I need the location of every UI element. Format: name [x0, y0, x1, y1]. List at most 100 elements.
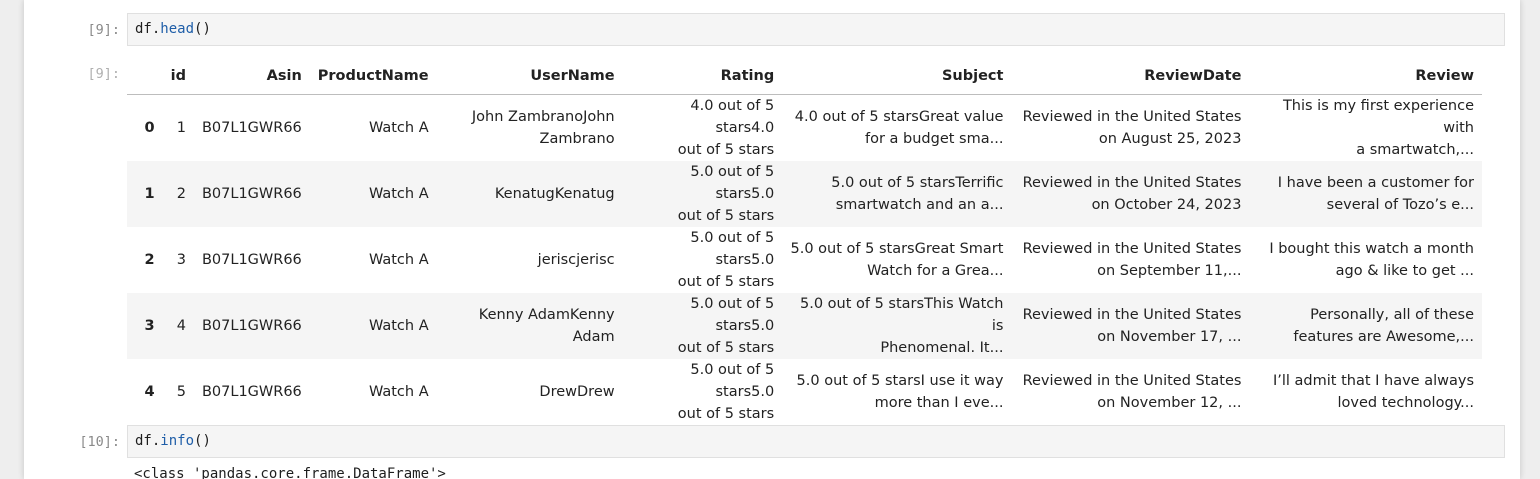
- cell-subject-line: Watch for a Grea...: [867, 263, 1004, 279]
- cell-productname: Watch A: [368, 252, 429, 268]
- cell-subject-line: 5.0 out of 5 starsThis Watch is: [799, 296, 1004, 334]
- cell-subject-line: 5.0 out of 5 starsTerrific: [831, 175, 1004, 191]
- cell-reviewdate-text: Reviewed in the United States on November…: [1023, 370, 1242, 414]
- cell-rating-line: out of 5 stars: [677, 340, 775, 356]
- cell-subject-line: 5.0 out of 5 starsGreat Smart: [790, 241, 1004, 257]
- cell-subject: 5.0 out of 5 starsGreat Smart Watch for a…: [782, 227, 1011, 293]
- cell-reviewdate-text: Reviewed in the United States on August 2…: [1023, 106, 1242, 150]
- table-row: 3 4 B07L1GWR66 Watch A Kenny AdamKenny Adam 5.…: [127, 293, 1482, 359]
- cell-reviewdate-line: Reviewed in the United States: [1022, 307, 1242, 323]
- cell-reviewdate-line: Reviewed in the United States: [1022, 109, 1242, 125]
- cell-username-text: DrewDrew: [539, 381, 614, 403]
- cell-reviewdate: Reviewed in the United States on November…: [1011, 359, 1249, 425]
- cell-review-text: I have been a customer for several of Toz…: [1278, 172, 1474, 216]
- cell-asin: B07L1GWR66: [201, 252, 302, 268]
- cell-rating-text: 5.0 out of 5 stars5.0 out of 5 stars: [631, 293, 775, 359]
- cell-rating-text: 4.0 out of 5 stars4.0 out of 5 stars: [631, 95, 775, 161]
- cell-reviewdate-text: Reviewed in the United States on October …: [1023, 172, 1242, 216]
- cell-productname: Watch A: [368, 186, 429, 202]
- table-row: 1 2 B07L1GWR66 Watch A KenatugKenatug 5.0 out…: [127, 161, 1482, 227]
- cell-review-line: several of Tozo’s e...: [1326, 197, 1474, 213]
- cell-review-text: I’ll admit that I have always loved techn…: [1273, 370, 1474, 414]
- cell-rating-text: 5.0 out of 5 stars5.0 out of 5 stars: [631, 227, 775, 293]
- cell-reviewdate-line: on November 12, ...: [1097, 395, 1242, 411]
- cell-review: I’ll admit that I have always loved techn…: [1249, 359, 1482, 425]
- cell-subject-text: 5.0 out of 5 starsThis Watch is Phenomena…: [790, 293, 1003, 359]
- row-index: 3: [144, 318, 155, 334]
- cell-10-input-prompt: [10]:: [79, 434, 120, 450]
- cell-subject-text: 5.0 out of 5 starsTerrific smartwatch and…: [831, 172, 1003, 216]
- table-row: 4 5 B07L1GWR66 Watch A DrewDrew 5.0 out of 5 …: [127, 359, 1482, 425]
- cell-subject-line: Phenomenal. It...: [880, 340, 1004, 356]
- cell-username: KenatugKenatug: [437, 161, 623, 227]
- row-index: 0: [144, 120, 155, 136]
- cell-reviewdate-text: Reviewed in the United States on November…: [1023, 304, 1242, 348]
- cell-reviewdate-text: Reviewed in the United States on Septembe…: [1023, 238, 1242, 282]
- header-username: UserName: [436, 58, 623, 95]
- cell-review-line: ago & like to get ...: [1335, 263, 1474, 279]
- cell-username: Kenny AdamKenny Adam: [437, 293, 623, 359]
- cell-subject: 5.0 out of 5 starsThis Watch is Phenomena…: [782, 293, 1011, 359]
- cell-subject-line: 4.0 out of 5 starsGreat value: [794, 109, 1004, 125]
- code-parens: (): [194, 433, 211, 449]
- cell-reviewdate-line: on August 25, 2023: [1098, 131, 1242, 147]
- cell-username-line: DrewDrew: [539, 384, 615, 400]
- cell-review-line: This is my first experience with: [1282, 98, 1474, 136]
- cell-review-text: I bought this watch a month ago & like to…: [1269, 238, 1474, 282]
- cell-subject-line: 5.0 out of 5 starsI use it way: [796, 373, 1004, 389]
- header-asin: Asin: [193, 58, 310, 95]
- cell-rating-line: 5.0 out of 5 stars5.0: [690, 164, 775, 202]
- cell-9-code-editor[interactable]: df.head(): [127, 13, 1505, 46]
- cell-username-line: John ZambranoJohn: [471, 109, 615, 125]
- cell-rating: 5.0 out of 5 stars5.0 out of 5 stars: [623, 161, 783, 227]
- table-header-row: id Asin ProductName UserName Rating Subj…: [127, 58, 1482, 95]
- cell-username-line: Adam: [572, 329, 615, 345]
- cell-id: 4: [176, 318, 186, 334]
- cell-review-line: features are Awesome,...: [1293, 329, 1474, 345]
- cell-subject-line: smartwatch and an a...: [835, 197, 1004, 213]
- cell-asin: B07L1GWR66: [201, 120, 302, 136]
- cell-subject-text: 5.0 out of 5 starsI use it way more than …: [797, 370, 1004, 414]
- table-row: 2 3 B07L1GWR66 Watch A jeriscjerisc 5.0 out o…: [127, 227, 1482, 293]
- cell-10-code-editor[interactable]: df.info(): [127, 425, 1505, 458]
- cell-review-line: loved technology...: [1337, 395, 1475, 411]
- header-subject: Subject: [782, 58, 1012, 95]
- cell-rating-line: 5.0 out of 5 stars5.0: [690, 230, 775, 268]
- row-index: 2: [144, 252, 155, 268]
- cell-id: 1: [176, 120, 186, 136]
- header-rating: Rating: [622, 58, 783, 95]
- cell-subject-text: 4.0 out of 5 starsGreat value for a budge…: [795, 106, 1004, 150]
- header-review: Review: [1249, 58, 1482, 95]
- cell-username: DrewDrew: [437, 359, 623, 425]
- cell-reviewdate-line: on September 11,...: [1097, 263, 1242, 279]
- cell-rating: 5.0 out of 5 stars5.0 out of 5 stars: [623, 293, 783, 359]
- cell-username-line: Kenny AdamKenny: [478, 307, 615, 323]
- cell-id: 5: [176, 384, 186, 400]
- code-parens: (): [194, 21, 211, 37]
- cell-review: I have been a customer for several of Toz…: [1249, 161, 1482, 227]
- code-object: df.: [135, 433, 161, 449]
- cell-id: 2: [176, 186, 186, 202]
- cell-subject: 4.0 out of 5 starsGreat value for a budge…: [782, 95, 1011, 162]
- cell-username-text: KenatugKenatug: [495, 183, 615, 205]
- header-index: [127, 58, 163, 95]
- cell-review-line: I have been a customer for: [1277, 175, 1474, 191]
- cell-review-line: I bought this watch a month: [1269, 241, 1474, 257]
- cell-subject-text: 5.0 out of 5 starsGreat Smart Watch for a…: [791, 238, 1004, 282]
- cell-asin: B07L1GWR66: [201, 186, 302, 202]
- cell-subject: 5.0 out of 5 starsI use it way more than …: [782, 359, 1011, 425]
- cell-review: This is my first experience with a smartw…: [1249, 95, 1482, 162]
- row-index: 1: [144, 186, 155, 202]
- cell-rating-line: 5.0 out of 5 stars5.0: [690, 362, 775, 400]
- notebook-page: [9]: df.head() [9]: id Asin ProductName …: [24, 0, 1520, 479]
- cell-rating-line: out of 5 stars: [677, 208, 775, 224]
- cell-username-line: jeriscjerisc: [537, 252, 615, 268]
- cell-rating-line: out of 5 stars: [677, 142, 775, 158]
- code-object: df.: [135, 21, 161, 37]
- cell-reviewdate-line: Reviewed in the United States: [1022, 241, 1242, 257]
- cell-username-text: Kenny AdamKenny Adam: [479, 304, 615, 348]
- cell-subject-line: more than I eve...: [874, 395, 1004, 411]
- cell-rating-line: out of 5 stars: [677, 274, 775, 290]
- cell-rating: 4.0 out of 5 stars4.0 out of 5 stars: [623, 95, 783, 162]
- cell-rating-text: 5.0 out of 5 stars5.0 out of 5 stars: [631, 161, 775, 227]
